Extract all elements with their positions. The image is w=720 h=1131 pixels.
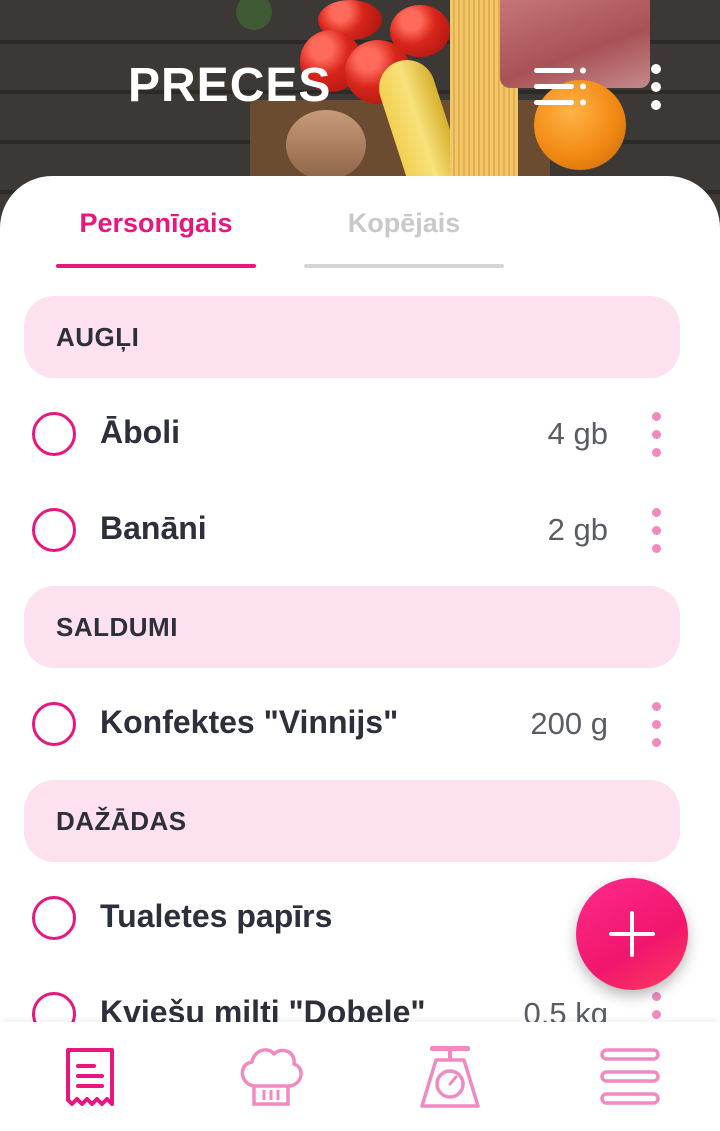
list-sort-icon[interactable] [532, 66, 588, 108]
checkbox[interactable] [32, 896, 76, 940]
tab-indicator [304, 264, 504, 268]
page-title: PRECES [128, 59, 332, 112]
tab-indicator [56, 264, 256, 268]
tab-label: Personīgais [79, 208, 233, 238]
tomato-image [390, 5, 450, 57]
chef-hat-icon[interactable] [230, 1044, 310, 1110]
item-name: Āboli [100, 414, 180, 450]
section-header: SALDUMI [24, 586, 680, 668]
item-quantity: 2 gb [547, 512, 608, 547]
item-name: Banāni [100, 510, 207, 546]
tab-bar: Personīgais Kopējais [56, 204, 516, 268]
item-more-icon[interactable] [648, 412, 664, 458]
section-header: AUGĻI [24, 296, 680, 378]
bottom-navigation [0, 1022, 720, 1131]
section-header: DAŽĀDAS [24, 780, 680, 862]
item-name: Tualetes papīrs [100, 898, 333, 934]
menu-icon[interactable] [590, 1044, 670, 1110]
content-card: Personīgais Kopējais AUGĻI Āboli 4 gb Ba… [0, 176, 720, 1131]
item-name: Konfektes "Vinnijs" [100, 704, 399, 740]
item-quantity: 4 gb [547, 416, 608, 451]
add-item-button[interactable] [576, 878, 688, 990]
more-vertical-icon[interactable] [644, 64, 668, 110]
kitchen-scale-icon[interactable] [410, 1044, 490, 1110]
plus-icon [609, 911, 655, 957]
item-more-icon[interactable] [648, 508, 664, 554]
list-item: Āboli 4 gb [0, 386, 720, 482]
list-item: Banāni 2 gb [0, 482, 720, 578]
leaf-image [236, 0, 272, 30]
sausage-roll-image [286, 110, 366, 180]
checkbox[interactable] [32, 412, 76, 456]
item-quantity: 200 g [530, 706, 608, 741]
list-item: Konfektes "Vinnijs" 200 g [0, 676, 720, 772]
tab-label: Kopējais [347, 208, 461, 238]
item-more-icon[interactable] [648, 702, 664, 748]
tab-personal[interactable]: Personīgais [56, 204, 256, 268]
tab-shared[interactable]: Kopējais [304, 204, 504, 268]
receipt-icon[interactable] [50, 1044, 130, 1110]
checkbox[interactable] [32, 702, 76, 746]
checkbox[interactable] [32, 508, 76, 552]
